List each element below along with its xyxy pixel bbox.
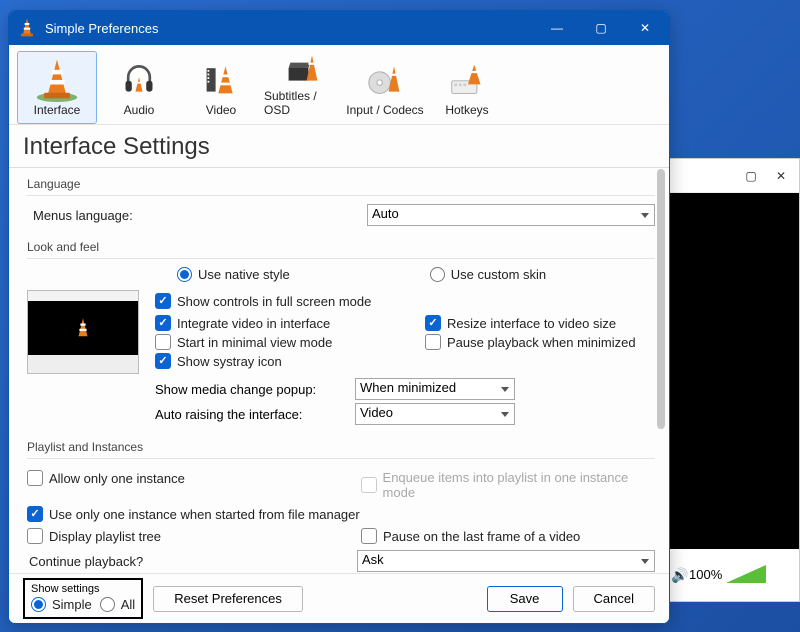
volume-percent: 100% <box>689 567 722 582</box>
group-language: Language <box>27 177 655 191</box>
continue-playback-select[interactable]: Ask <box>357 550 655 572</box>
reset-preferences-button[interactable]: Reset Preferences <box>153 586 303 612</box>
interface-cone-icon <box>34 58 80 100</box>
chk-pause-minimized[interactable]: Pause playback when minimized <box>425 334 655 350</box>
titlebar: Simple Preferences — ▢ ✕ <box>9 11 669 45</box>
background-player-window: ▢ ✕ 🔊 100% <box>668 158 800 602</box>
menus-language-label: Menus language: <box>27 208 367 223</box>
tab-interface[interactable]: Interface <box>17 51 97 124</box>
tab-label: Hotkeys <box>445 103 488 117</box>
category-tabbar: Interface Audio Video Subtitles / OSD In… <box>9 45 669 125</box>
radio-simple[interactable]: Simple <box>31 597 92 612</box>
group-look-feel: Look and feel <box>27 240 655 254</box>
tab-label: Video <box>206 103 236 117</box>
tab-label: Interface <box>34 103 81 117</box>
window-title: Simple Preferences <box>45 21 535 36</box>
preferences-window: Simple Preferences — ▢ ✕ Interface <box>8 10 670 624</box>
chk-enqueue: Enqueue items into playlist in one insta… <box>361 470 655 500</box>
show-settings-group: Show settings Simple All <box>23 578 143 619</box>
raise-label: Auto raising the interface: <box>155 407 355 422</box>
show-settings-label: Show settings <box>31 583 135 595</box>
chk-playlist-tree[interactable]: Display playlist tree <box>27 528 321 544</box>
headphones-icon <box>121 58 157 100</box>
tab-audio[interactable]: Audio <box>99 51 179 124</box>
chk-fullscreen-controls[interactable]: Show controls in full screen mode <box>155 293 655 309</box>
interface-preview-thumbnail <box>27 290 139 374</box>
tab-video[interactable]: Video <box>181 51 261 124</box>
cancel-button[interactable]: Cancel <box>573 586 655 612</box>
tab-label: Subtitles / OSD <box>264 89 342 117</box>
keyboard-cone-icon <box>449 58 485 100</box>
tab-hotkeys[interactable]: Hotkeys <box>427 51 507 124</box>
settings-content: Language Menus language: Auto Look and f… <box>9 165 669 573</box>
scrollbar[interactable] <box>657 169 665 569</box>
chk-one-instance[interactable]: Allow only one instance <box>27 470 321 486</box>
radio-native-style[interactable]: Use native style <box>177 267 290 282</box>
film-cone-icon <box>203 58 239 100</box>
maximize-button[interactable]: ▢ <box>579 11 623 45</box>
app-cone-icon <box>19 17 37 40</box>
speaker-icon[interactable]: 🔊 <box>671 567 685 581</box>
chk-one-instance-fm[interactable]: Use only one instance when started from … <box>27 506 655 522</box>
chk-resize-interface[interactable]: Resize interface to video size <box>425 315 655 331</box>
bg-player-footer: 🔊 100% <box>669 549 799 599</box>
menus-language-select[interactable]: Auto <box>367 204 655 226</box>
bg-video-area <box>669 193 799 549</box>
disc-cone-icon <box>367 58 403 100</box>
popup-label: Show media change popup: <box>155 382 355 397</box>
auto-raise-select[interactable]: Video <box>355 403 515 425</box>
tab-label: Input / Codecs <box>346 103 423 117</box>
chk-pause-last-frame[interactable]: Pause on the last frame of a video <box>361 528 655 544</box>
minimize-button[interactable]: — <box>535 11 579 45</box>
group-playlist: Playlist and Instances <box>27 440 655 454</box>
footer-bar: Show settings Simple All Reset Preferenc… <box>9 573 669 623</box>
radio-custom-skin[interactable]: Use custom skin <box>430 267 546 282</box>
radio-all[interactable]: All <box>100 597 135 612</box>
bg-maximize-icon[interactable]: ▢ <box>745 169 757 183</box>
chk-systray-icon[interactable]: Show systray icon <box>155 353 385 369</box>
save-button[interactable]: Save <box>487 586 563 612</box>
continue-label: Continue playback? <box>27 554 357 569</box>
bg-close-icon[interactable]: ✕ <box>775 169 787 183</box>
tab-subtitles[interactable]: Subtitles / OSD <box>263 51 343 124</box>
chk-integrate-video[interactable]: Integrate video in interface <box>155 315 385 331</box>
media-popup-select[interactable]: When minimized <box>355 378 515 400</box>
close-button[interactable]: ✕ <box>623 11 667 45</box>
chk-minimal-view[interactable]: Start in minimal view mode <box>155 334 385 350</box>
tab-input-codecs[interactable]: Input / Codecs <box>345 51 425 124</box>
page-heading: Interface Settings <box>9 125 669 168</box>
volume-slider[interactable] <box>726 565 766 583</box>
tab-label: Audio <box>124 103 155 117</box>
clapper-cone-icon <box>285 50 321 86</box>
